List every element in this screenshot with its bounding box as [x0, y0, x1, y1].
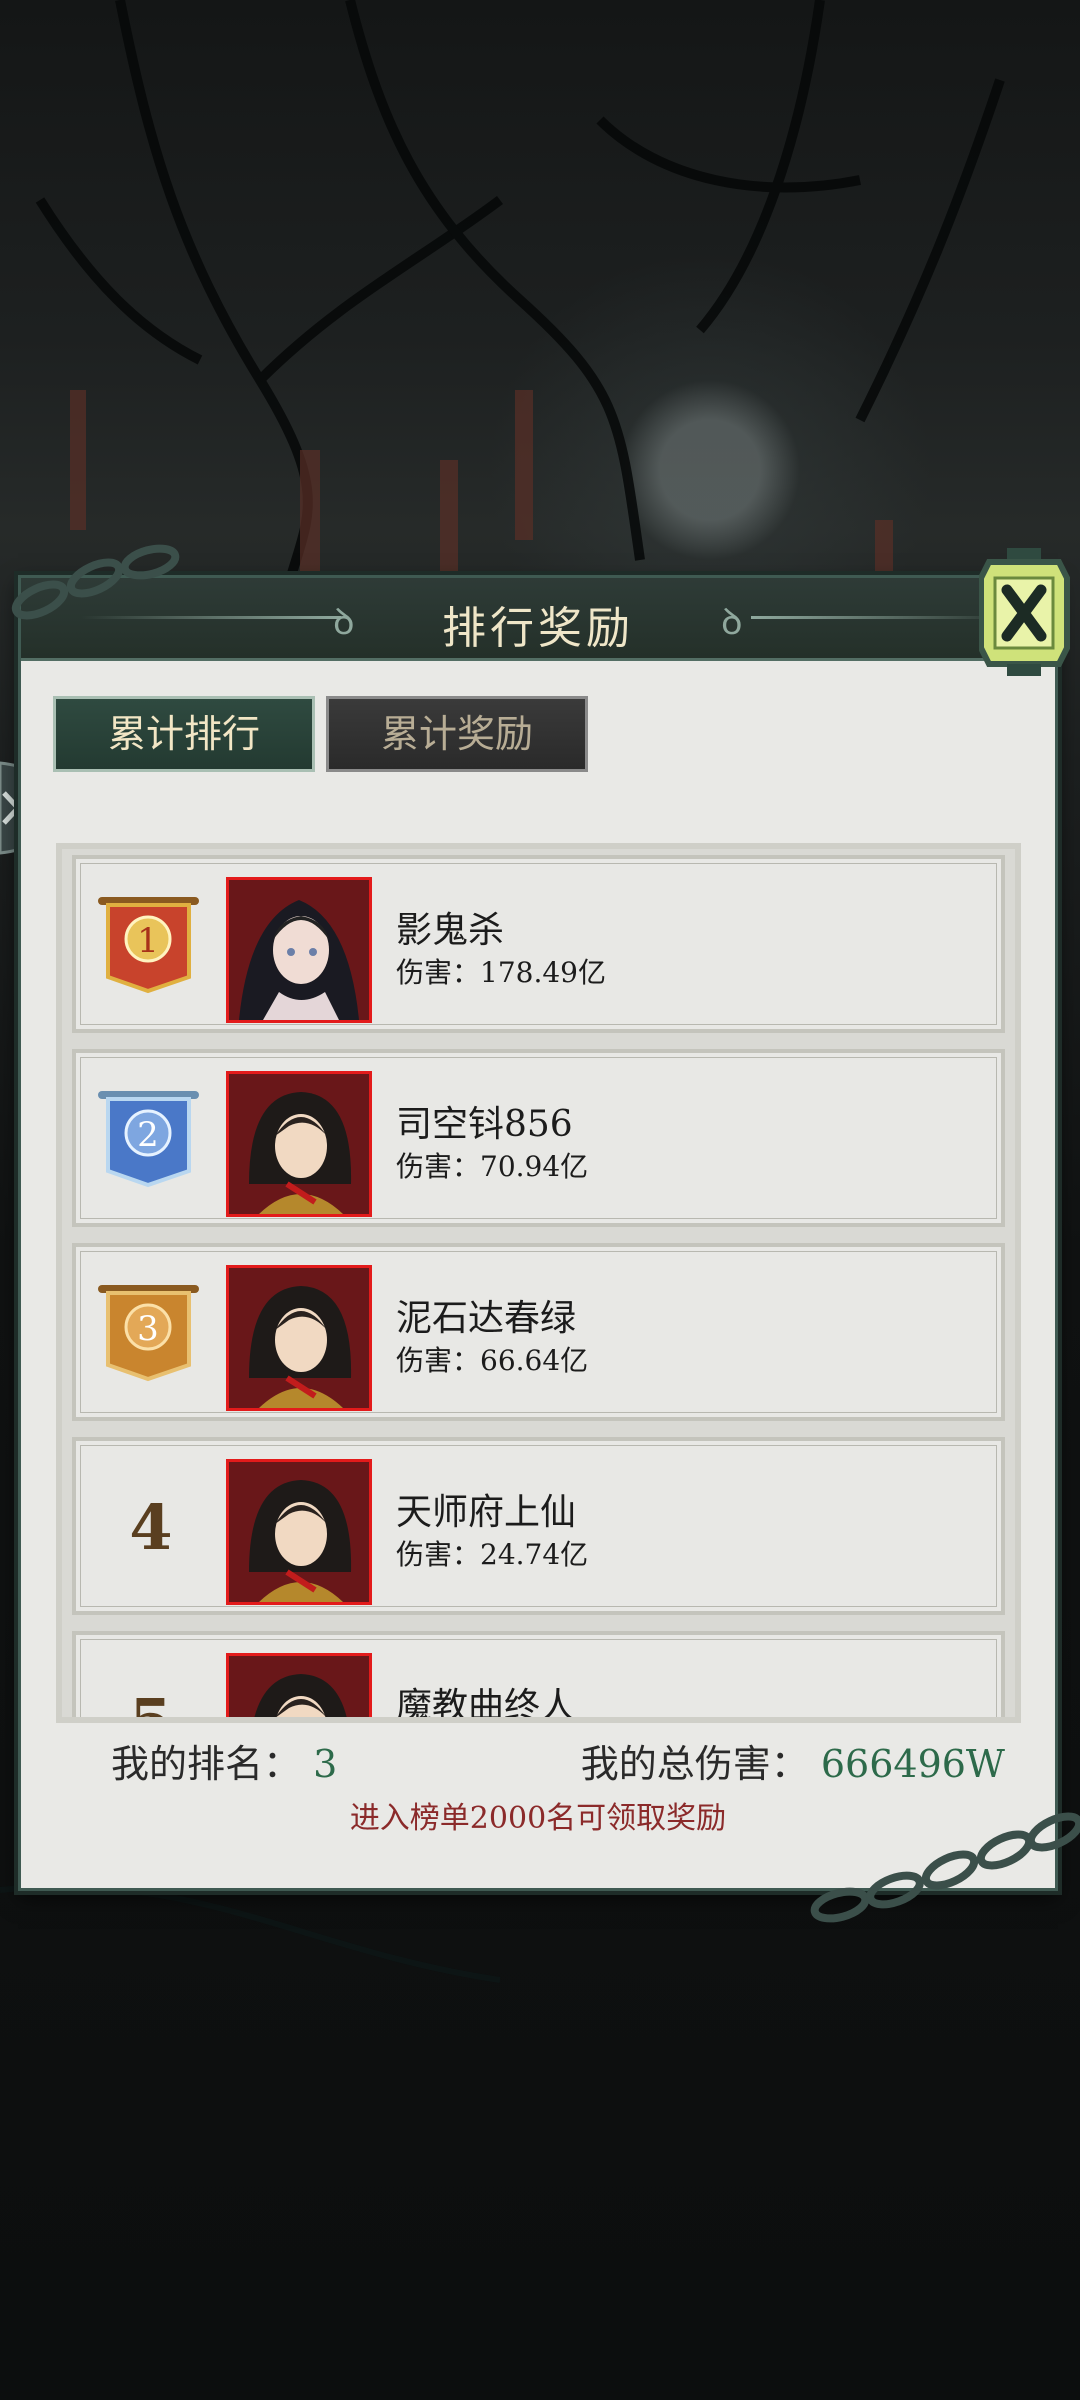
- chain-decoration: [11, 544, 1080, 1923]
